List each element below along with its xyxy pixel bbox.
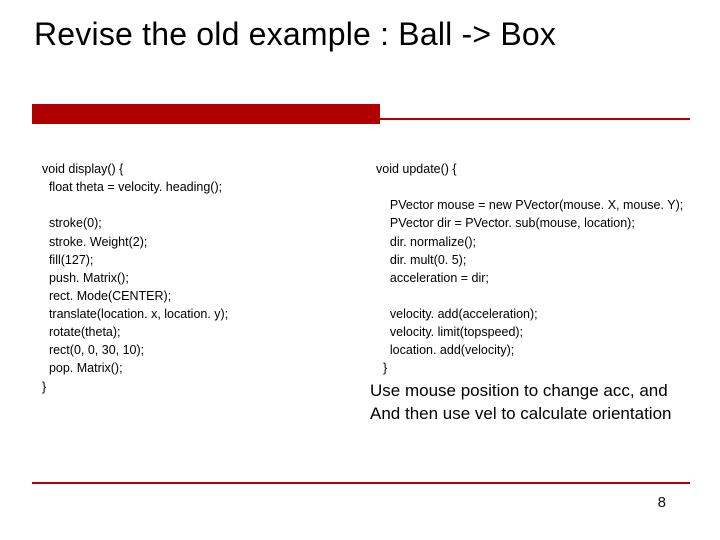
- slide-title: Revise the old example : Ball -> Box: [34, 16, 556, 53]
- caption-line-1: Use mouse position to change acc, and: [370, 380, 671, 403]
- header-bar: [32, 104, 380, 124]
- code-block-update: void update() { PVector mouse = new PVec…: [376, 160, 683, 378]
- caption-line-2: And then use vel to calculate orientatio…: [370, 403, 671, 426]
- caption-text: Use mouse position to change acc, and An…: [370, 380, 671, 426]
- page-number: 8: [658, 494, 666, 511]
- header-line: [380, 118, 690, 120]
- code-block-display: void display() { float theta = velocity.…: [42, 160, 228, 396]
- footer-line: [32, 482, 690, 484]
- slide: Revise the old example : Ball -> Box voi…: [0, 0, 720, 540]
